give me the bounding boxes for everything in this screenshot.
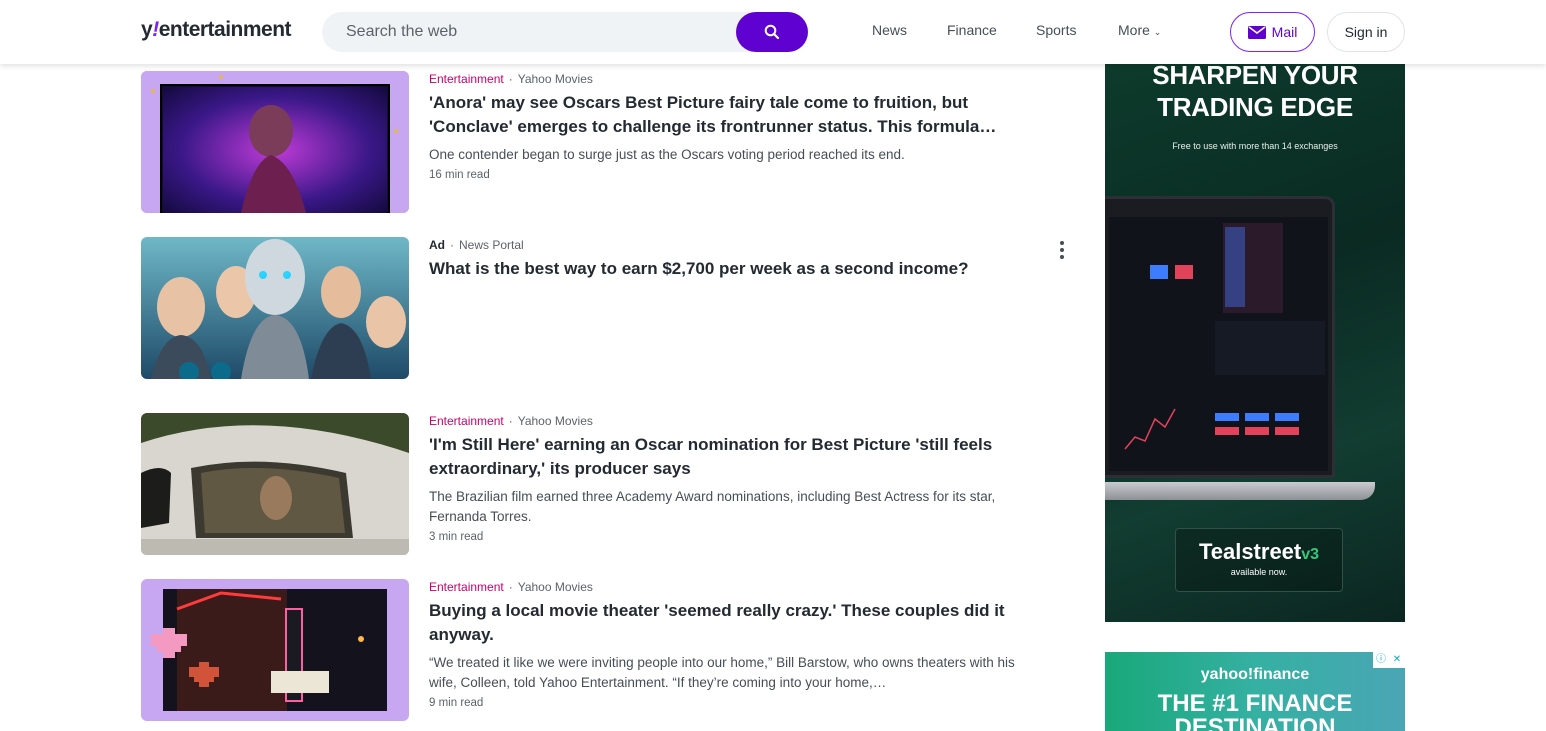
ad-headline-line1: SHARPEN YOUR bbox=[1152, 64, 1358, 90]
chevron-down-icon: ⌄ bbox=[1153, 27, 1162, 37]
car-image bbox=[141, 413, 409, 555]
ad-subline: Free to use with more than 14 exchanges bbox=[1172, 141, 1338, 151]
article-title[interactable]: 'I'm Still Here' earning an Oscar nomina… bbox=[429, 433, 1029, 481]
article-meta: Entertainment · Yahoo Movies bbox=[429, 72, 593, 86]
mail-icon bbox=[1247, 25, 1266, 39]
read-time: 3 min read bbox=[429, 531, 484, 543]
mail-button[interactable]: Mail bbox=[1230, 12, 1315, 52]
article-meta: Entertainment · Yahoo Movies bbox=[429, 580, 593, 594]
laptop-base bbox=[1105, 482, 1375, 500]
yahoo-finance-ad[interactable]: ⓘ ✕ yahoo!finance THE #1 FINANCE DESTINAT… bbox=[1105, 652, 1405, 731]
article-summary: The Brazilian film earned three Academy … bbox=[429, 489, 996, 524]
article-text: Entertainment · Yahoo Movies Buying a loca… bbox=[429, 579, 1029, 709]
article-text: Entertainment · Yahoo Movies 'I'm Still He… bbox=[429, 413, 1029, 543]
tealstreet-ad[interactable]: SHARPEN YOUR TRADING EDGE Free to use wi… bbox=[1105, 64, 1405, 622]
article-thumbnail[interactable] bbox=[141, 71, 409, 213]
ad-meta: Ad · News Portal bbox=[429, 238, 524, 252]
read-time: 9 min read bbox=[429, 697, 484, 709]
article-meta: Entertainment · Yahoo Movies bbox=[429, 414, 593, 428]
nav-news[interactable]: News bbox=[872, 22, 907, 38]
search-icon bbox=[764, 24, 780, 40]
ad-title[interactable]: What is the best way to earn $2,700 per … bbox=[429, 257, 1029, 281]
ai-robot-image bbox=[141, 237, 409, 379]
search-bar bbox=[322, 12, 808, 52]
article-thumbnail[interactable] bbox=[141, 579, 409, 721]
tealstreet-logo: Tealstreetv3 available now. bbox=[1175, 528, 1343, 592]
nav-more[interactable]: More ⌄ bbox=[1118, 22, 1161, 38]
article-title[interactable]: 'Anora' may see Oscars Best Picture fair… bbox=[429, 91, 1029, 139]
article-summary: One contender began to surge just as the… bbox=[429, 147, 905, 162]
ad-headline: THE #1 FINANCE DESTINATION bbox=[1157, 690, 1353, 731]
nav-sports[interactable]: Sports bbox=[1036, 22, 1076, 38]
ad-headline-line2: TRADING EDGE bbox=[1157, 92, 1353, 122]
movie-theater-image bbox=[141, 579, 409, 721]
more-options-icon[interactable] bbox=[1056, 239, 1068, 261]
yahoo-entertainment-logo[interactable]: y!entertainment bbox=[141, 18, 292, 42]
search-input[interactable] bbox=[322, 12, 736, 52]
article-title[interactable]: Buying a local movie theater 'seemed rea… bbox=[429, 599, 1029, 647]
article-summary: “We treated it like we were inviting peo… bbox=[429, 655, 1015, 690]
nav-finance[interactable]: Finance bbox=[947, 22, 997, 38]
laptop-screen-image bbox=[1105, 196, 1335, 478]
site-header: y!entertainment News Finance Sports More… bbox=[0, 0, 1546, 64]
article-text: Entertainment · Yahoo Movies 'Anora' may s… bbox=[429, 71, 1029, 181]
yahoo-finance-logo: yahoo!finance bbox=[1200, 666, 1310, 683]
ad-thumbnail[interactable] bbox=[141, 237, 409, 379]
article-thumbnail[interactable] bbox=[141, 413, 409, 555]
read-time: 16 min read bbox=[429, 169, 490, 181]
search-button[interactable] bbox=[736, 12, 808, 52]
ad-text: Ad · News Portal What is the best way to e… bbox=[429, 237, 1029, 281]
sign-in-button[interactable]: Sign in bbox=[1327, 12, 1405, 52]
anora-image bbox=[141, 71, 409, 213]
